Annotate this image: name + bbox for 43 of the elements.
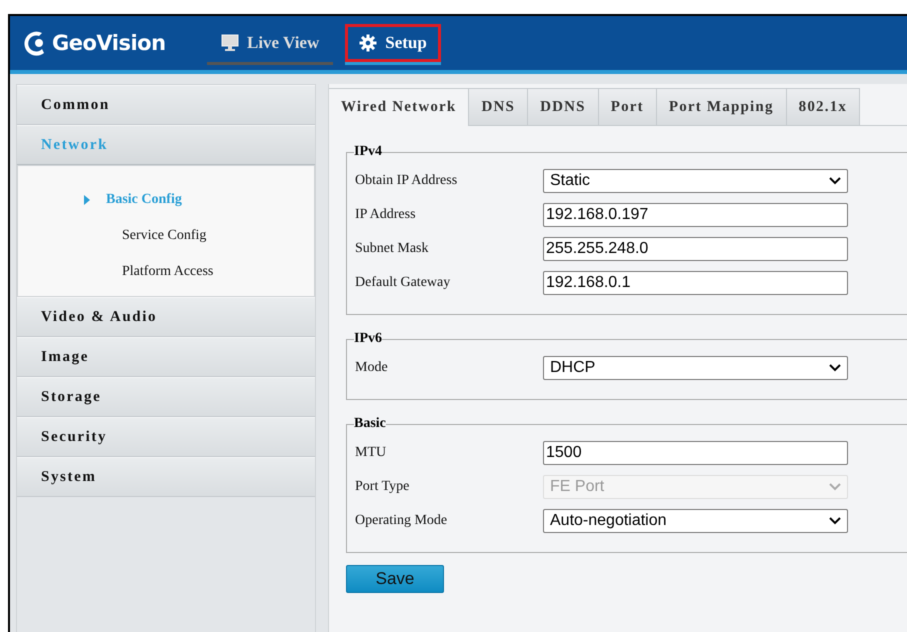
sidebar-item[interactable]: Security <box>17 417 315 457</box>
section-title: Basic <box>354 416 386 432</box>
triangle-icon <box>84 195 90 205</box>
dropdown[interactable]: Static <box>543 169 848 193</box>
submenu-item[interactable]: Platform Access <box>18 254 314 290</box>
section-title: IPv4 <box>354 144 382 160</box>
tab[interactable]: DNS <box>469 88 528 126</box>
section-title: IPv6 <box>354 331 382 347</box>
input-field[interactable]: 192.168.0.197 <box>543 203 848 227</box>
chevron-down-icon <box>829 517 841 525</box>
input-field[interactable]: 1500 <box>543 441 848 465</box>
input-field[interactable]: 192.168.0.1 <box>543 271 848 295</box>
chevron-down-icon <box>829 364 841 372</box>
sidebar-item[interactable]: Storage <box>17 377 315 417</box>
field-label: MTU <box>355 445 388 461</box>
tab[interactable]: Port <box>598 88 657 126</box>
dropdown[interactable]: DHCP <box>543 356 848 380</box>
field-label: Subnet Mask <box>355 241 430 257</box>
tab[interactable]: DDNS <box>528 88 599 126</box>
save-button[interactable]: Save <box>346 565 444 593</box>
logo-text: GeoVision <box>52 31 166 55</box>
dropdown[interactable]: Auto-negotiation <box>543 509 848 533</box>
sidebar-item[interactable]: Image <box>17 337 315 377</box>
field-label: IP Address <box>355 207 417 223</box>
field-label: Port Type <box>355 479 410 495</box>
monitor-icon <box>221 34 239 52</box>
settings-icon <box>359 34 378 52</box>
input-field[interactable]: 255.255.248.0 <box>543 237 848 261</box>
field-label: Obtain IP Address <box>355 173 458 189</box>
tab[interactable]: Wired Network <box>329 88 470 126</box>
nav-tab[interactable]: Live View <box>207 24 334 65</box>
field-label: Default Gateway <box>355 275 452 291</box>
sidebar-item[interactable]: System <box>17 457 315 497</box>
tab[interactable]: 802.1x <box>786 88 860 126</box>
tab[interactable]: Port Mapping <box>656 88 787 126</box>
nav-tab[interactable]: Setup <box>345 24 441 65</box>
sidebar-item[interactable]: Common <box>17 85 315 125</box>
chevron-down-icon <box>829 483 841 491</box>
field-label: Operating Mode <box>355 513 448 529</box>
chevron-down-icon <box>829 177 841 185</box>
field-label: Mode <box>355 360 389 376</box>
submenu-item[interactable]: Service Config <box>18 218 314 254</box>
sidebar-item[interactable]: Video & Audio <box>17 297 315 337</box>
